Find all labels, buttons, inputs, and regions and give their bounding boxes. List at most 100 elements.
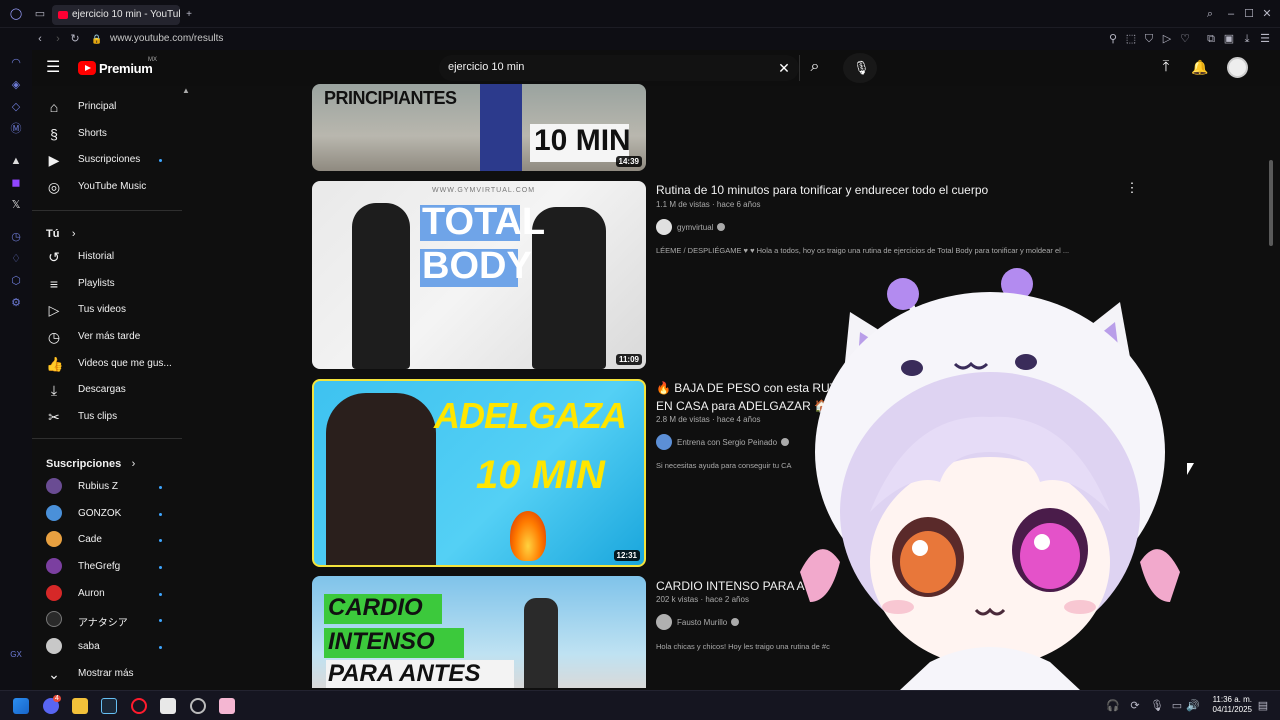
show-more-button[interactable]: ⌄ Mostrar más <box>32 661 182 687</box>
new-content-dot <box>159 539 162 542</box>
opera-logo-icon[interactable]: ◯ <box>9 7 23 21</box>
sidebar-item-youtube-music[interactable]: ◎ YouTube Music <box>32 174 182 200</box>
back-icon[interactable]: ‹ <box>33 32 47 46</box>
notification-center-icon[interactable]: ▤ <box>1256 699 1270 713</box>
search-tabs-icon[interactable]: ⌕ <box>1203 7 1217 21</box>
channel-name[interactable]: Entrena con Sergio Peinado <box>677 438 790 447</box>
sync-icon[interactable]: ⟳ <box>1128 699 1142 713</box>
messenger-icon[interactable]: Ⓜ <box>9 122 23 136</box>
maximize-icon[interactable]: ☐ <box>1242 7 1256 21</box>
pin-icon[interactable]: ⚲ <box>1106 32 1120 46</box>
windows-start-icon[interactable] <box>13 698 29 714</box>
opera-gx-icon[interactable] <box>131 698 147 714</box>
steam-icon[interactable] <box>101 698 117 714</box>
notification-badge: 4 <box>53 695 61 702</box>
reload-icon[interactable]: ↻ <box>68 32 82 46</box>
network-icon[interactable]: ▭ <box>1170 699 1184 713</box>
microphone-tray-icon[interactable]: 🎙 <box>1150 699 1164 713</box>
x-icon[interactable]: 𝕏 <box>9 198 23 212</box>
video-thumbnail[interactable]: PRINCIPIANTES 10 MIN 14:39 <box>312 84 646 171</box>
file-explorer-icon[interactable] <box>72 698 88 714</box>
new-tab-icon[interactable]: + <box>182 8 196 22</box>
subscription-channel[interactable]: TheGrefg <box>32 554 182 580</box>
channel-avatar[interactable] <box>656 614 672 630</box>
channel-avatar[interactable] <box>656 219 672 235</box>
downloads-icon[interactable]: ⤓ <box>1240 32 1254 46</box>
subscription-channel[interactable]: Auron <box>32 581 182 607</box>
aria-icon[interactable]: ◠ <box>9 56 23 70</box>
video-meta: 2.8 M de vistas · hace 4 años <box>656 415 761 424</box>
channel-name[interactable]: gymvirtual <box>677 223 726 232</box>
video-thumbnail[interactable]: ADELGAZA 10 MIN 12:31 <box>312 379 646 567</box>
close-window-icon[interactable]: ✕ <box>1260 7 1274 21</box>
settings-rail-icon[interactable]: ⚙ <box>9 296 23 310</box>
vtuber-app-icon[interactable] <box>219 698 235 714</box>
channel-avatar[interactable] <box>656 434 672 450</box>
volume-icon[interactable]: 🔊 <box>1186 699 1200 713</box>
subscription-channel[interactable]: アナタシア <box>32 607 182 633</box>
sidebar-item-playlists[interactable]: ≡ Playlists <box>32 271 182 297</box>
you-section-heading[interactable]: Tú › <box>46 224 76 242</box>
history-rail-icon[interactable]: ◷ <box>9 230 23 244</box>
snapshot-icon[interactable]: ⬚ <box>1124 32 1138 46</box>
search-box[interactable]: ejercicio 10 min <box>439 55 799 81</box>
gx-icon[interactable]: GX <box>9 648 23 662</box>
logo-text[interactable]: Premium <box>99 61 153 76</box>
tab-list-icon[interactable]: ▭ <box>33 7 47 21</box>
system-clock[interactable]: 11:36 a. m. 04/11/2025 <box>1213 695 1252 715</box>
subscription-channel[interactable]: saba <box>32 634 182 660</box>
heart-icon[interactable]: ♡ <box>1178 32 1192 46</box>
search-icon[interactable]: ⌕ <box>808 59 822 75</box>
sidebar-item-principal[interactable]: ⌂ Principal <box>32 94 182 120</box>
search-divider <box>799 55 800 81</box>
clear-search-icon[interactable]: ✕ <box>777 61 791 75</box>
player-icon[interactable]: ▷ <box>1160 32 1174 46</box>
more-options-icon[interactable]: ⋮ <box>1125 181 1139 195</box>
notifications-icon[interactable]: 🔔 <box>1191 60 1208 74</box>
sidebar-item-descargas[interactable]: ⤓ Descargas <box>32 377 182 403</box>
extensions-icon[interactable]: ⧉ <box>1204 32 1218 46</box>
sidebar-item-historial[interactable]: ↺ Historial <box>32 244 182 270</box>
bookmarks-rail-icon[interactable]: ♢ <box>9 252 23 266</box>
address-bar: ‹ › ↻ 🔒 www.youtube.com/results ⚲ ⬚ ⛉ ▷ … <box>0 28 1280 50</box>
capcut-icon[interactable] <box>160 698 176 714</box>
easy-setup-icon[interactable]: ☰ <box>1258 32 1272 46</box>
upload-icon[interactable]: ⤒ <box>1159 59 1173 74</box>
video-thumbnail[interactable]: CARDIO INTENSO PARA ANTES <box>312 576 646 688</box>
sidebar-item-tus-videos[interactable]: ▷ Tus videos <box>32 297 182 323</box>
page-scrollbar-thumb[interactable] <box>1269 160 1273 246</box>
like-icon: 👍 <box>46 356 64 372</box>
voice-search-button[interactable]: 🎙 <box>843 53 877 83</box>
workspaces-icon[interactable]: ◈ <box>9 78 23 92</box>
new-content-dot <box>159 593 162 596</box>
tab-islands-icon[interactable]: ◇ <box>9 100 23 114</box>
subscription-channel[interactable]: Rubius Z <box>32 474 182 500</box>
video-title[interactable]: Rutina de 10 minutos para tonificar y en… <box>656 183 988 197</box>
scroll-up-icon[interactable]: ▲ <box>182 86 190 95</box>
obs-icon[interactable] <box>190 698 206 714</box>
sidebar-item-tus-clips[interactable]: ✂ Tus clips <box>32 404 182 430</box>
video-thumbnail[interactable]: WWW.GYMVIRTUAL.COM TOTAL BODY 11:09 <box>312 181 646 369</box>
minimize-icon[interactable]: – <box>1224 7 1238 21</box>
subscriptions-section-heading[interactable]: Suscripciones › <box>46 454 135 472</box>
forward-icon[interactable]: › <box>51 32 65 46</box>
sidebar-item-liked-videos[interactable]: 👍 Videos que me gus... <box>32 351 182 377</box>
shield-icon[interactable]: ⛉ <box>1142 32 1156 46</box>
wallet-icon[interactable]: ▣ <box>1222 32 1236 46</box>
sidebar-item-shorts[interactable]: § Shorts <box>32 121 182 147</box>
search-input[interactable]: ejercicio 10 min <box>448 61 524 73</box>
tab-youtube[interactable]: ejercicio 10 min - YouTube <box>52 5 180 25</box>
cube-rail-icon[interactable]: ⬡ <box>9 274 23 288</box>
subscription-channel[interactable]: Cade <box>32 527 182 553</box>
avatar[interactable] <box>1227 57 1248 78</box>
app-icon[interactable]: ▲ <box>9 154 23 168</box>
headset-icon[interactable]: 🎧 <box>1106 699 1120 713</box>
menu-icon[interactable]: ☰ <box>46 60 60 76</box>
youtube-logo-icon[interactable] <box>78 61 96 75</box>
sidebar-item-suscripciones[interactable]: ▶ Suscripciones <box>32 147 182 173</box>
url-field[interactable]: www.youtube.com/results <box>110 31 223 47</box>
sidebar-item-ver-mas-tarde[interactable]: ◷ Ver más tarde <box>32 324 182 350</box>
channel-name[interactable]: Fausto Murillo <box>677 618 740 627</box>
twitch-icon[interactable]: ◼ <box>9 176 23 190</box>
subscription-channel[interactable]: GONZOK <box>32 501 182 527</box>
